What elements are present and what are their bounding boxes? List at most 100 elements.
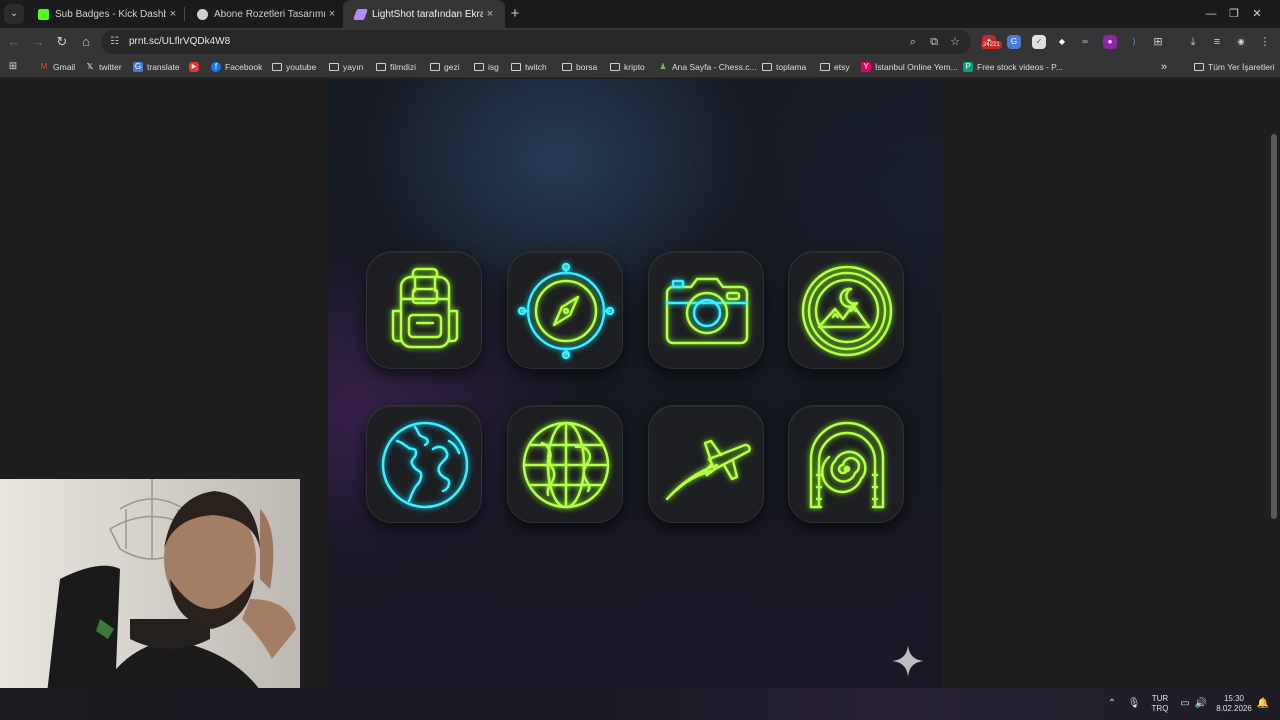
scrollbar-thumb[interactable] [1271,134,1277,519]
bookmark-facebook[interactable]: f Facebook [211,60,262,74]
apps-grid-icon[interactable]: ⊞ [8,60,22,74]
kick-icon [38,8,49,20]
bookmark-folder-gezi[interactable]: gezi [430,60,460,74]
bookmark-gmail[interactable]: M Gmail [39,60,76,74]
badge-backpack[interactable] [366,251,482,369]
new-tab-button[interactable]: + [505,4,525,24]
close-icon[interactable]: × [166,8,180,20]
extension-todo-icon[interactable]: ✓ [1032,35,1046,49]
youtube-icon: ▶ [189,62,199,72]
tab-title: LightShot tarafından Ekran Gör [372,8,483,20]
notification-bell-icon[interactable]: 🔔 [1256,688,1270,720]
tab-lightshot[interactable]: LightShot tarafından Ekran Gör × [343,0,505,28]
globe-icon [381,421,469,509]
bookmark-folder-filmdizi[interactable]: filmdizi [376,60,416,74]
bookmark-folder-youtube[interactable]: youtube [272,60,316,74]
close-icon[interactable]: × [325,8,339,20]
downloads-icon[interactable]: ⤓ [1186,35,1200,49]
badge-globe[interactable] [366,405,482,523]
forward-arrow-icon[interactable]: → [28,32,48,52]
gmail-icon: M [40,62,48,71]
tab-title: Abone Rozetleri Tasarımı [214,8,325,20]
lightshot-feather-icon [352,8,369,20]
screenshot-image [328,79,942,688]
facebook-icon: f [211,62,221,72]
bookmark-folder-borsa[interactable]: borsa [562,60,597,74]
bookmark-folder-toplama[interactable]: toplama [762,60,806,74]
browser-toolbar: ← → ↻ ⌂ ☷ prnt.sc/ULflrVQDk4W8 ⌕ ⧉ ☆ ◆ 2… [0,28,1280,56]
browser-menu-icon[interactable]: ⋮ [1258,35,1272,49]
extension-purple-icon[interactable]: ● [1103,35,1117,49]
folder-icon [562,63,572,71]
clock[interactable]: 15:30 8.02.2026 [1212,688,1256,720]
address-bar[interactable]: ☷ prnt.sc/ULflrVQDk4W8 ⌕ ⧉ ☆ [101,30,971,54]
profile-avatar[interactable]: ◉ [1234,35,1248,49]
reload-icon[interactable]: ↻ [52,32,72,52]
back-arrow-icon[interactable]: ← [4,32,24,52]
badge-compass[interactable] [507,251,623,369]
bookmark-folder-yayin[interactable]: yayın [329,60,363,74]
extensions-puzzle-icon[interactable]: ⊞ [1151,35,1165,49]
volume-icon[interactable]: 🔊 [1193,688,1209,720]
site-info-icon[interactable]: ☷ [110,36,119,47]
zoom-icon[interactable]: ⌕ [906,35,920,49]
badge-camera[interactable] [648,251,764,369]
compass-icon [517,262,615,360]
webcam-person-image [44,479,296,720]
window-close-icon[interactable]: ✕ [1234,0,1280,28]
tab-abone-rozetleri[interactable]: Abone Rozetleri Tasarımı × [185,0,347,28]
badge-moon-mountain[interactable] [788,251,904,369]
badge-globe-grid[interactable] [507,405,623,523]
extension-badge: 24221 [981,41,1002,49]
page-scrollbar[interactable] [1268,79,1280,688]
translate-extension-icon[interactable]: G [1007,35,1021,49]
extension-wave-icon[interactable]: ) [1127,35,1141,49]
microphone-icon[interactable]: 🎙 [1126,688,1142,720]
badge-airplane[interactable] [648,405,764,523]
tray-chevron-up-icon[interactable]: ⌃ [1104,688,1120,720]
language-indicator[interactable]: TUR TRQ [1146,688,1174,720]
extension-glasses-icon[interactable]: ∞ [1078,35,1092,49]
bookmark-twitter[interactable]: 𝕏 twitter [85,60,122,74]
close-icon[interactable]: × [483,8,497,20]
webcam-overlay [0,479,300,720]
all-bookmarks-button[interactable]: Tüm Yer İşaretleri [1194,60,1275,74]
network-icon[interactable]: ▭ [1177,688,1193,720]
moon-mountain-icon [801,265,893,357]
bookmark-pexels[interactable]: P Free stock videos - P... [963,60,1063,74]
folder-icon [474,63,484,71]
portal-icon [809,421,885,509]
badge-portal[interactable] [788,405,904,523]
tab-title: Sub Badges - Kick Dashboard [55,8,166,20]
chess-pawn-icon: ♟ [659,62,667,71]
install-app-icon[interactable]: ⧉ [927,35,941,49]
yemeksepeti-icon: Y [861,62,871,72]
sparkle-icon [892,645,924,677]
bookmark-folder-etsy[interactable]: etsy [820,60,850,74]
bookmark-folder-isg[interactable]: isg [474,60,499,74]
folder-icon [820,63,830,71]
airplane-icon [665,439,751,501]
translate-icon: G [133,62,143,72]
bookmark-translate[interactable]: G translate [133,60,180,74]
tab-search-chevron-icon[interactable]: ⌄ [4,4,24,24]
bookmark-chess[interactable]: ♟ Ana Sayfa - Chess.c... [658,60,756,74]
bookmark-folder-kripto[interactable]: kripto [610,60,645,74]
folder-icon [610,63,620,71]
chatgpt-icon [197,8,208,20]
bookmark-folder-twitch[interactable]: twitch [511,60,547,74]
bookmarks-overflow-button[interactable]: » [1161,60,1167,74]
folder-icon [329,63,339,71]
folder-icon [762,63,772,71]
bookmark-yemeksepeti[interactable]: Y İstanbul Online Yem... [861,60,958,74]
bookmark-star-icon[interactable]: ☆ [948,35,962,49]
tab-sub-badges[interactable]: Sub Badges - Kick Dashboard × [26,0,188,28]
bookmark-youtube-link[interactable]: ▶ [189,60,203,74]
extension-diamond-icon[interactable]: ◆ [1055,35,1069,49]
pexels-icon: P [963,62,973,72]
url-text[interactable]: prnt.sc/ULflrVQDk4W8 [129,36,230,47]
media-controls-icon[interactable]: ≡ [1210,35,1224,49]
folder-icon [376,63,386,71]
home-icon[interactable]: ⌂ [76,32,96,52]
folder-icon [1194,63,1204,71]
